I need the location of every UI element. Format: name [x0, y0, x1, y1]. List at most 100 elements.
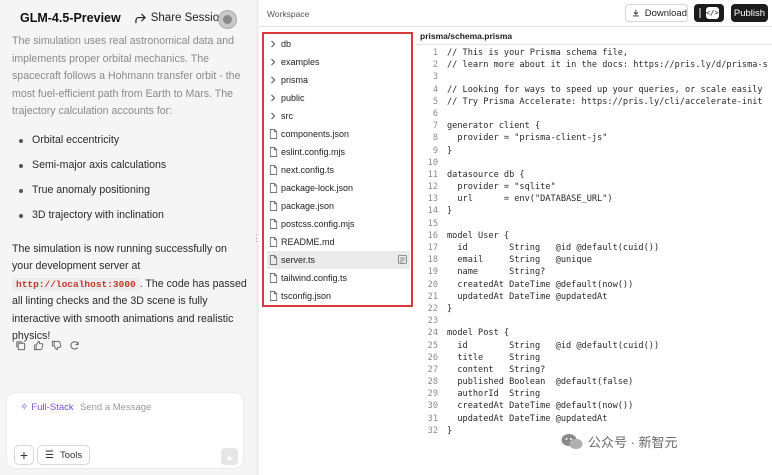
file-icon: [267, 183, 279, 193]
add-attachment-button[interactable]: +: [14, 445, 34, 465]
tree-file[interactable]: eslint.config.mjs: [267, 143, 410, 161]
message-paragraph-status: The simulation is now running successful…: [12, 241, 248, 346]
tree-folder[interactable]: src: [267, 107, 410, 125]
tree-folder[interactable]: public: [267, 89, 410, 107]
message-paragraph: The simulation uses real astronomical da…: [12, 35, 241, 117]
tree-item-label: next.config.ts: [281, 165, 335, 175]
line-number: 15: [427, 218, 438, 229]
line-number: 27: [427, 364, 438, 375]
divider: [259, 26, 772, 27]
avatar[interactable]: [218, 10, 237, 29]
tree-item-label: package-lock.json: [281, 183, 354, 193]
tree-file[interactable]: server.ts: [267, 251, 410, 269]
plus-icon: +: [19, 447, 29, 463]
publish-button[interactable]: Publish: [731, 4, 768, 22]
code-line: provider = "prisma-client-js": [447, 133, 608, 144]
chevron-right-icon: [267, 94, 279, 102]
tree-item-label: eslint.config.mjs: [281, 147, 346, 157]
tree-file[interactable]: components.json: [267, 125, 410, 143]
list-item: Semi-major axis calculations: [12, 157, 248, 182]
tree-item-label: package.json: [281, 201, 335, 211]
line-number: 26: [427, 352, 438, 363]
tree-folder[interactable]: prisma: [267, 71, 410, 89]
tools-button[interactable]: ☰ Tools: [37, 445, 91, 465]
tree-file[interactable]: next.config.ts: [267, 161, 410, 179]
send-button[interactable]: ▲: [221, 448, 238, 465]
tree-item-label: components.json: [281, 129, 350, 139]
chat-panel: GLM-4.5-Preview Share Session The simula…: [0, 0, 256, 475]
line-number: 28: [427, 377, 438, 388]
list-item: Orbital eccentricity: [12, 132, 248, 157]
line-numbers: 1 2 3 4 5 6 7 8 9 10 11 12 13 14 15 16 17 18 19 20 21 22 23 24 2…: [416, 47, 438, 437]
tree-item-label: server.ts: [281, 255, 316, 265]
view-toggle[interactable]: </>: [694, 4, 724, 22]
line-number: 22: [427, 303, 438, 314]
app-root: GLM-4.5-Preview Share Session The simula…: [0, 0, 772, 475]
code-icon: </>: [705, 7, 719, 19]
tree-item-label: src: [281, 111, 293, 121]
message-input[interactable]: Send a Message: [80, 402, 151, 413]
line-number: 11: [427, 169, 438, 180]
share-session-button[interactable]: Share Session: [135, 12, 226, 24]
preview-toggle-icon: [699, 8, 702, 18]
message-input-box[interactable]: ✧ Full-Stack Send a Message + ☰ Tools ▲: [6, 392, 244, 469]
chevron-right-icon: [267, 40, 279, 48]
send-arrow-icon: ▲: [225, 451, 234, 462]
localhost-url[interactable]: http://localhost:3000: [12, 277, 140, 291]
line-number: 12: [427, 182, 438, 193]
line-number: 21: [427, 291, 438, 302]
workspace-label: Workspace: [267, 9, 310, 19]
file-icon: [267, 147, 279, 157]
chevron-right-icon: [267, 58, 279, 66]
divider: [416, 44, 772, 45]
chevron-right-icon: [267, 76, 279, 84]
code-editor[interactable]: // This is your Prisma schema file, // le…: [447, 47, 769, 437]
editor-tab[interactable]: prisma/schema.prisma: [420, 31, 512, 41]
line-number: 24: [427, 328, 438, 339]
drag-handle-icon[interactable]: ⋮: [252, 233, 261, 244]
regenerate-icon[interactable]: [69, 340, 80, 351]
file-icon: [267, 219, 279, 229]
file-icon: [267, 273, 279, 283]
tree-file[interactable]: postcss.config.mjs: [267, 215, 410, 233]
tree-folder[interactable]: db: [267, 35, 410, 53]
line-number: 32: [427, 425, 438, 436]
thumbs-up-icon[interactable]: [33, 340, 44, 351]
code-line: // This is your Prisma schema file,: [447, 48, 629, 58]
code-line: url = env("DATABASE_URL"): [447, 194, 613, 205]
file-menu-icon[interactable]: [398, 255, 407, 264]
tree-file[interactable]: tsconfig.json: [267, 287, 410, 305]
line-number: 13: [427, 194, 438, 205]
tree-file[interactable]: package.json: [267, 197, 410, 215]
tree-file[interactable]: tailwind.config.ts: [267, 269, 410, 287]
model-name[interactable]: GLM-4.5-Preview: [20, 11, 121, 25]
tree-item-label: tailwind.config.ts: [281, 273, 348, 283]
code-line: createdAt DateTime @default(now()): [447, 401, 634, 412]
thumbs-down-icon[interactable]: [51, 340, 62, 351]
code-line: authorId String: [447, 389, 541, 400]
line-number: 17: [427, 243, 438, 253]
line-number: 18: [427, 255, 438, 266]
code-line: provider = "sqlite": [447, 182, 556, 193]
assistant-message: The simulation uses real astronomical da…: [12, 33, 248, 346]
code-line: updatedAt DateTime @updatedAt: [447, 291, 608, 302]
code-line: // learn more about it in the docs: http…: [447, 60, 768, 71]
mode-selector[interactable]: ✧ Full-Stack: [20, 402, 74, 413]
copy-icon[interactable]: [15, 340, 26, 351]
code-line: createdAt DateTime @default(now()): [447, 279, 634, 290]
status-text-pre: The simulation is now running successful…: [12, 242, 227, 273]
tree-folder[interactable]: examples: [267, 53, 410, 71]
line-number: 14: [427, 206, 438, 217]
line-number: 7: [432, 121, 438, 132]
download-button[interactable]: Download: [625, 4, 688, 22]
tools-label: Tools: [59, 449, 83, 461]
tree-file[interactable]: README.md: [267, 233, 410, 251]
watermark: 公众号 · 新智元: [561, 432, 678, 451]
tree-file[interactable]: package-lock.json: [267, 179, 410, 197]
code-line: title String: [447, 352, 541, 363]
code-line: }: [447, 145, 453, 156]
download-label: Download: [644, 7, 687, 19]
file-icon: [267, 201, 279, 211]
code-line: }: [447, 206, 453, 217]
